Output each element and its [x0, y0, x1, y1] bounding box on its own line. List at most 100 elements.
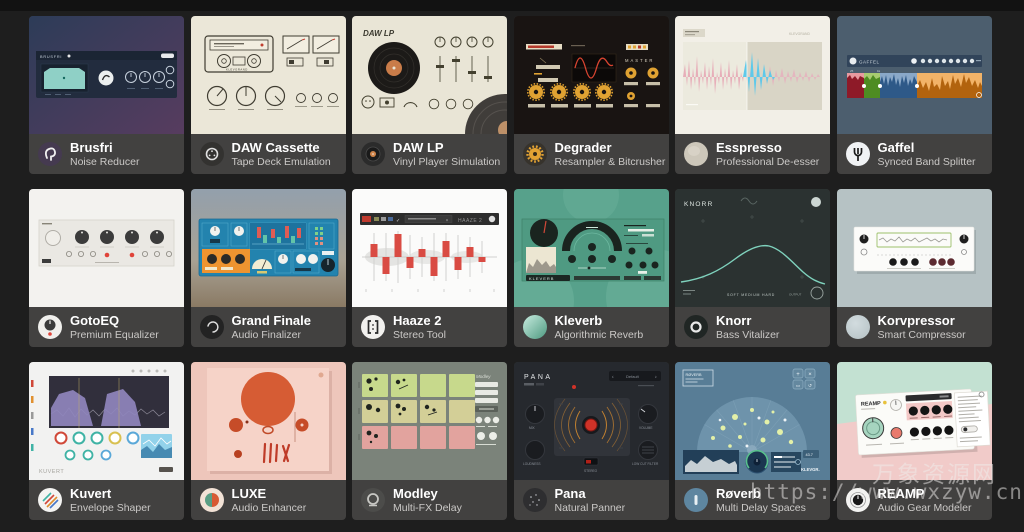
- plugin-subtitle: Audio Gear Modeler: [878, 502, 972, 515]
- kleverb-logo-text: KLEVERB: [529, 276, 554, 281]
- plugin-card-pana[interactable]: PANA ‹ › Default MIX LOUDNESS VOLUME: [514, 362, 669, 520]
- plugin-card-modley[interactable]: Modley Modley Multi-FX Delay: [352, 362, 507, 520]
- plugin-subtitle: Algorithmic Reverb: [555, 329, 644, 342]
- speckle-circle-icon: [523, 488, 547, 512]
- plugin-subtitle: Smart Compressor: [878, 329, 966, 342]
- plugin-caption: REAMP Audio Gear Modeler: [837, 480, 992, 520]
- plugin-card-kleverb[interactable]: KLEVERB Kleverb Algorithmic Reverb: [514, 189, 669, 347]
- plugin-title: Grand Finale: [232, 313, 311, 329]
- plugin-subtitle: Audio Enhancer: [232, 502, 307, 515]
- duotone-dot-icon: [200, 488, 224, 512]
- plain-grey-circle-icon: [846, 315, 870, 339]
- thumbnail-grand-finale: [191, 189, 346, 307]
- thumbnail-reamp: REAMP: [837, 362, 992, 480]
- svg-text:✓: ✓: [396, 218, 400, 224]
- thumbnail-degrader: MASTER: [514, 16, 669, 134]
- plain-beige-circle-icon: [684, 142, 708, 166]
- plugin-title: Knorr: [716, 313, 779, 329]
- plugin-title: Korvpressor: [878, 313, 966, 329]
- plugin-caption: Korvpressor Smart Compressor: [837, 307, 992, 347]
- plugin-card-luxe[interactable]: LUXE Audio Enhancer: [191, 362, 346, 520]
- svg-text:▾: ▾: [446, 218, 448, 223]
- pana-stereo-label: STEREO: [584, 469, 598, 473]
- roverb-brand-text: KLEVGR.: [801, 467, 820, 472]
- plugin-subtitle: Synced Band Splitter: [878, 156, 976, 169]
- plugin-title: REAMP: [878, 486, 972, 502]
- plugin-subtitle: Vinyl Player Simulation: [393, 156, 498, 169]
- plugin-card-knorr[interactable]: KNORR SOFT MEDIUM HARD OUTPUT Knorr Bass…: [675, 189, 830, 347]
- plugin-card-reamp[interactable]: REAMP: [837, 362, 992, 520]
- haaze2-logo-text: HAAZE 2: [458, 218, 482, 224]
- thumbnail-modley: Modley: [352, 362, 507, 480]
- svg-text:↺: ↺: [808, 383, 812, 388]
- plugin-card-gaffel[interactable]: GAFFEL 25 1k Gaffel Synced Band Splitter: [837, 16, 992, 174]
- plugin-card-daw-lp[interactable]: DAW LP DAW LP Vinyl Player Si: [352, 16, 507, 174]
- plugin-subtitle: Premium Equalizer: [70, 329, 159, 342]
- plugin-title: Brusfri: [70, 140, 139, 156]
- thumbnail-korvpressor: [837, 189, 992, 307]
- loop-ring-icon: [361, 488, 385, 512]
- plugin-subtitle: Audio Finalizer: [232, 329, 311, 342]
- plugin-title: Modley: [393, 486, 462, 502]
- plugin-caption: Grand Finale Audio Finalizer: [191, 307, 346, 347]
- plugin-card-esspresso[interactable]: KLEVGRAND Esspresso Professional De-esse…: [675, 16, 830, 174]
- stereo-halves-icon: [361, 315, 385, 339]
- thumbnail-luxe: [191, 362, 346, 480]
- thumbnail-daw-cassette: KLEVGRAND: [191, 16, 346, 134]
- plugin-subtitle: Multi Delay Spaces: [716, 502, 806, 515]
- plugin-subtitle: Stereo Tool: [393, 329, 446, 342]
- plugin-subtitle: Envelope Shaper: [70, 502, 151, 515]
- brusfri-logo-text: BRUSFRI: [40, 55, 62, 59]
- plugin-caption: LUXE Audio Enhancer: [191, 480, 346, 520]
- plugin-caption: Kuvert Envelope Shaper: [29, 480, 184, 520]
- thumbnail-pana: PANA ‹ › Default MIX LOUDNESS VOLUME: [514, 362, 669, 480]
- gear-flower-icon: [523, 142, 547, 166]
- plugin-card-korvpressor[interactable]: Korvpressor Smart Compressor: [837, 189, 992, 347]
- roverb-logo-text: RØVERB: [686, 373, 703, 377]
- plugin-caption: Esspresso Professional De-esser: [675, 134, 830, 174]
- thumbnail-esspresso: KLEVGRAND: [675, 16, 830, 134]
- plugin-title: Pana: [555, 486, 626, 502]
- plugin-title: DAW LP: [393, 140, 498, 156]
- plugin-title: DAW Cassette: [232, 140, 331, 156]
- plugin-title: Haaze 2: [393, 313, 446, 329]
- pana-loudness-label: LOUDNESS: [523, 462, 541, 466]
- pana-mix-label: MIX: [529, 426, 536, 430]
- degrader-master-label: MASTER: [625, 58, 654, 63]
- plugin-subtitle: Resampler & Bitcrusher: [555, 156, 660, 169]
- pana-lowcut-label: LOW CUT FILTER: [632, 462, 659, 466]
- plugin-title: Degrader: [555, 140, 660, 156]
- reamp-logo-text: REAMP: [860, 401, 880, 408]
- plugin-subtitle: Tape Deck Emulation: [232, 156, 331, 169]
- rainbow-stripes-icon: [38, 488, 62, 512]
- plugin-card-brusfri[interactable]: BRUSFRI Brusfri Noise Reducer: [29, 16, 184, 174]
- plugin-caption: DAW Cassette Tape Deck Emulation: [191, 134, 346, 174]
- svg-text:▭: ▭: [796, 383, 801, 388]
- plugin-subtitle: Multi-FX Delay: [393, 502, 462, 515]
- plugin-card-daw-cassette[interactable]: KLEVGRAND DAW Cassette Tape Deck Emulati…: [191, 16, 346, 174]
- plugin-card-gotoeq[interactable]: GotoEQ Premium Equalizer: [29, 189, 184, 347]
- roverb-value-chip: 43.7: [806, 453, 813, 457]
- plugin-title: Gaffel: [878, 140, 976, 156]
- plugin-card-kuvert[interactable]: KUVERT Kuvert Envelope Shaper: [29, 362, 184, 520]
- svg-text:+: +: [796, 372, 800, 378]
- plugin-title: Røverb: [716, 486, 806, 502]
- plugin-card-grand-finale[interactable]: Grand Finale Audio Finalizer: [191, 189, 346, 347]
- tape-reel-icon: [200, 142, 224, 166]
- pana-preset-value: Default: [626, 374, 640, 379]
- pana-volume-label: VOLUME: [639, 426, 652, 430]
- fork-icon: [846, 142, 870, 166]
- plugin-card-haaze2[interactable]: ✓ ▾ HAAZE 2 Haaz: [352, 189, 507, 347]
- kuvert-logo-text: KUVERT: [39, 469, 64, 475]
- plugin-caption: GotoEQ Premium Equalizer: [29, 307, 184, 347]
- plugin-caption: Degrader Resampler & Bitcrusher: [514, 134, 669, 174]
- dawlp-logo-text: DAW LP: [363, 29, 395, 38]
- plugin-grid: BRUSFRI Brusfri Noise Reducer: [29, 16, 992, 520]
- plugin-card-degrader[interactable]: MASTER Degrader Resampler & Bitcrusher: [514, 16, 669, 174]
- thumbnail-haaze2: ✓ ▾ HAAZE 2: [352, 189, 507, 307]
- black-knob-icon: [846, 488, 870, 512]
- ear-icon: [38, 142, 62, 166]
- plugin-card-roverb[interactable]: RØVERB +✕▭↺ 43.7 KLEVGR. Røverb Multi De…: [675, 362, 830, 520]
- vinyl-record-icon: [361, 142, 385, 166]
- cassette-brand-text: KLEVGRAND: [226, 68, 248, 72]
